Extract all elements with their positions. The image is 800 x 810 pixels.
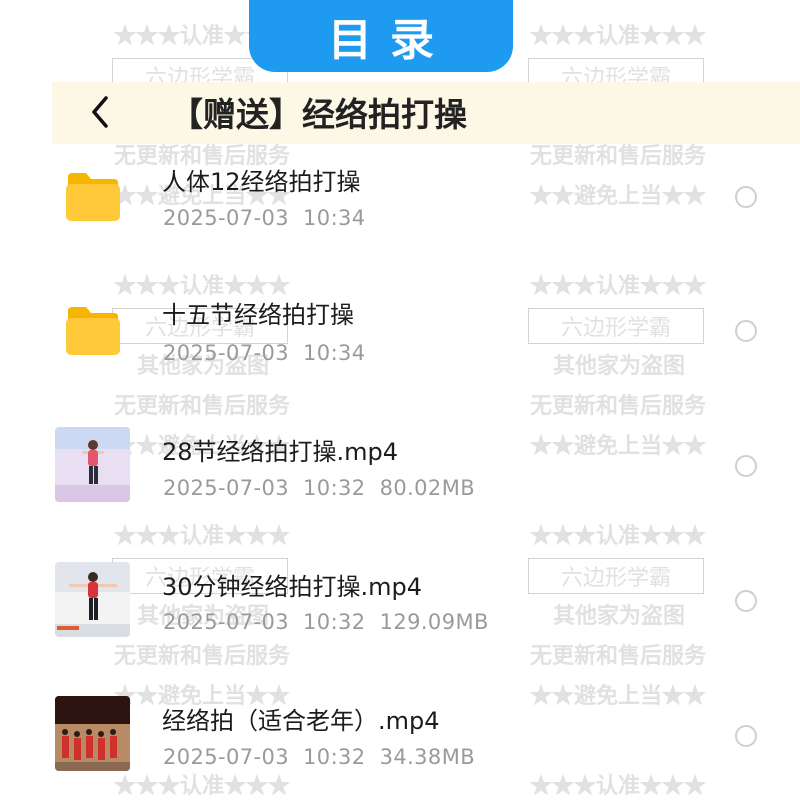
file-date: 2025-07-03 xyxy=(163,476,290,500)
file-name: 十五节经络拍打操 xyxy=(162,301,354,329)
list-item[interactable]: 28节经络拍打操.mp4 2025-07-03 10:32 80.02MB xyxy=(0,420,800,540)
file-name: 人体12经络拍打操 xyxy=(162,168,361,196)
file-size: 34.38MB xyxy=(379,745,476,769)
select-radio[interactable] xyxy=(735,320,757,342)
file-name: 30分钟经络拍打操.mp4 xyxy=(162,573,423,601)
select-radio[interactable] xyxy=(735,590,757,612)
file-meta: 2025-07-03 10:32 129.09MB xyxy=(163,610,503,634)
file-date: 2025-07-03 xyxy=(163,745,290,769)
page-title: 【赠送】经络拍打操 xyxy=(170,95,467,134)
file-date: 2025-07-03 xyxy=(163,341,290,365)
file-size: 80.02MB xyxy=(379,476,476,500)
video-thumbnail xyxy=(55,427,130,502)
folder-icon xyxy=(66,173,120,221)
file-meta: 2025-07-03 10:34 xyxy=(163,206,380,230)
select-radio[interactable] xyxy=(735,455,757,477)
file-name: 28节经络拍打操.mp4 xyxy=(162,438,399,466)
catalog-tab: 目录 xyxy=(249,0,513,72)
list-item[interactable]: 人体12经络拍打操 2025-07-03 10:34 xyxy=(0,150,800,270)
back-button[interactable] xyxy=(84,92,118,132)
list-item[interactable]: 30分钟经络拍打操.mp4 2025-07-03 10:32 129.09MB xyxy=(0,555,800,675)
file-time: 10:32 xyxy=(303,745,366,769)
file-date: 2025-07-03 xyxy=(163,610,290,634)
list-item[interactable]: 十五节经络拍打操 2025-07-03 10:34 xyxy=(0,285,800,405)
file-meta: 2025-07-03 10:32 80.02MB xyxy=(163,476,489,500)
file-time: 10:34 xyxy=(303,206,366,230)
chevron-left-icon xyxy=(92,96,108,128)
list-item[interactable]: 经络拍（适合老年）.mp4 2025-07-03 10:32 34.38MB xyxy=(0,690,800,810)
video-thumbnail xyxy=(55,562,130,637)
video-thumbnail xyxy=(55,696,130,771)
file-size: 129.09MB xyxy=(379,610,489,634)
file-date: 2025-07-03 xyxy=(163,206,290,230)
file-meta: 2025-07-03 10:32 34.38MB xyxy=(163,745,489,769)
file-time: 10:32 xyxy=(303,476,366,500)
folder-icon xyxy=(66,307,120,355)
file-meta: 2025-07-03 10:34 xyxy=(163,341,380,365)
select-radio[interactable] xyxy=(735,186,757,208)
file-time: 10:34 xyxy=(303,341,366,365)
file-time: 10:32 xyxy=(303,610,366,634)
select-radio[interactable] xyxy=(735,725,757,747)
file-name: 经络拍（适合老年）.mp4 xyxy=(162,707,440,735)
